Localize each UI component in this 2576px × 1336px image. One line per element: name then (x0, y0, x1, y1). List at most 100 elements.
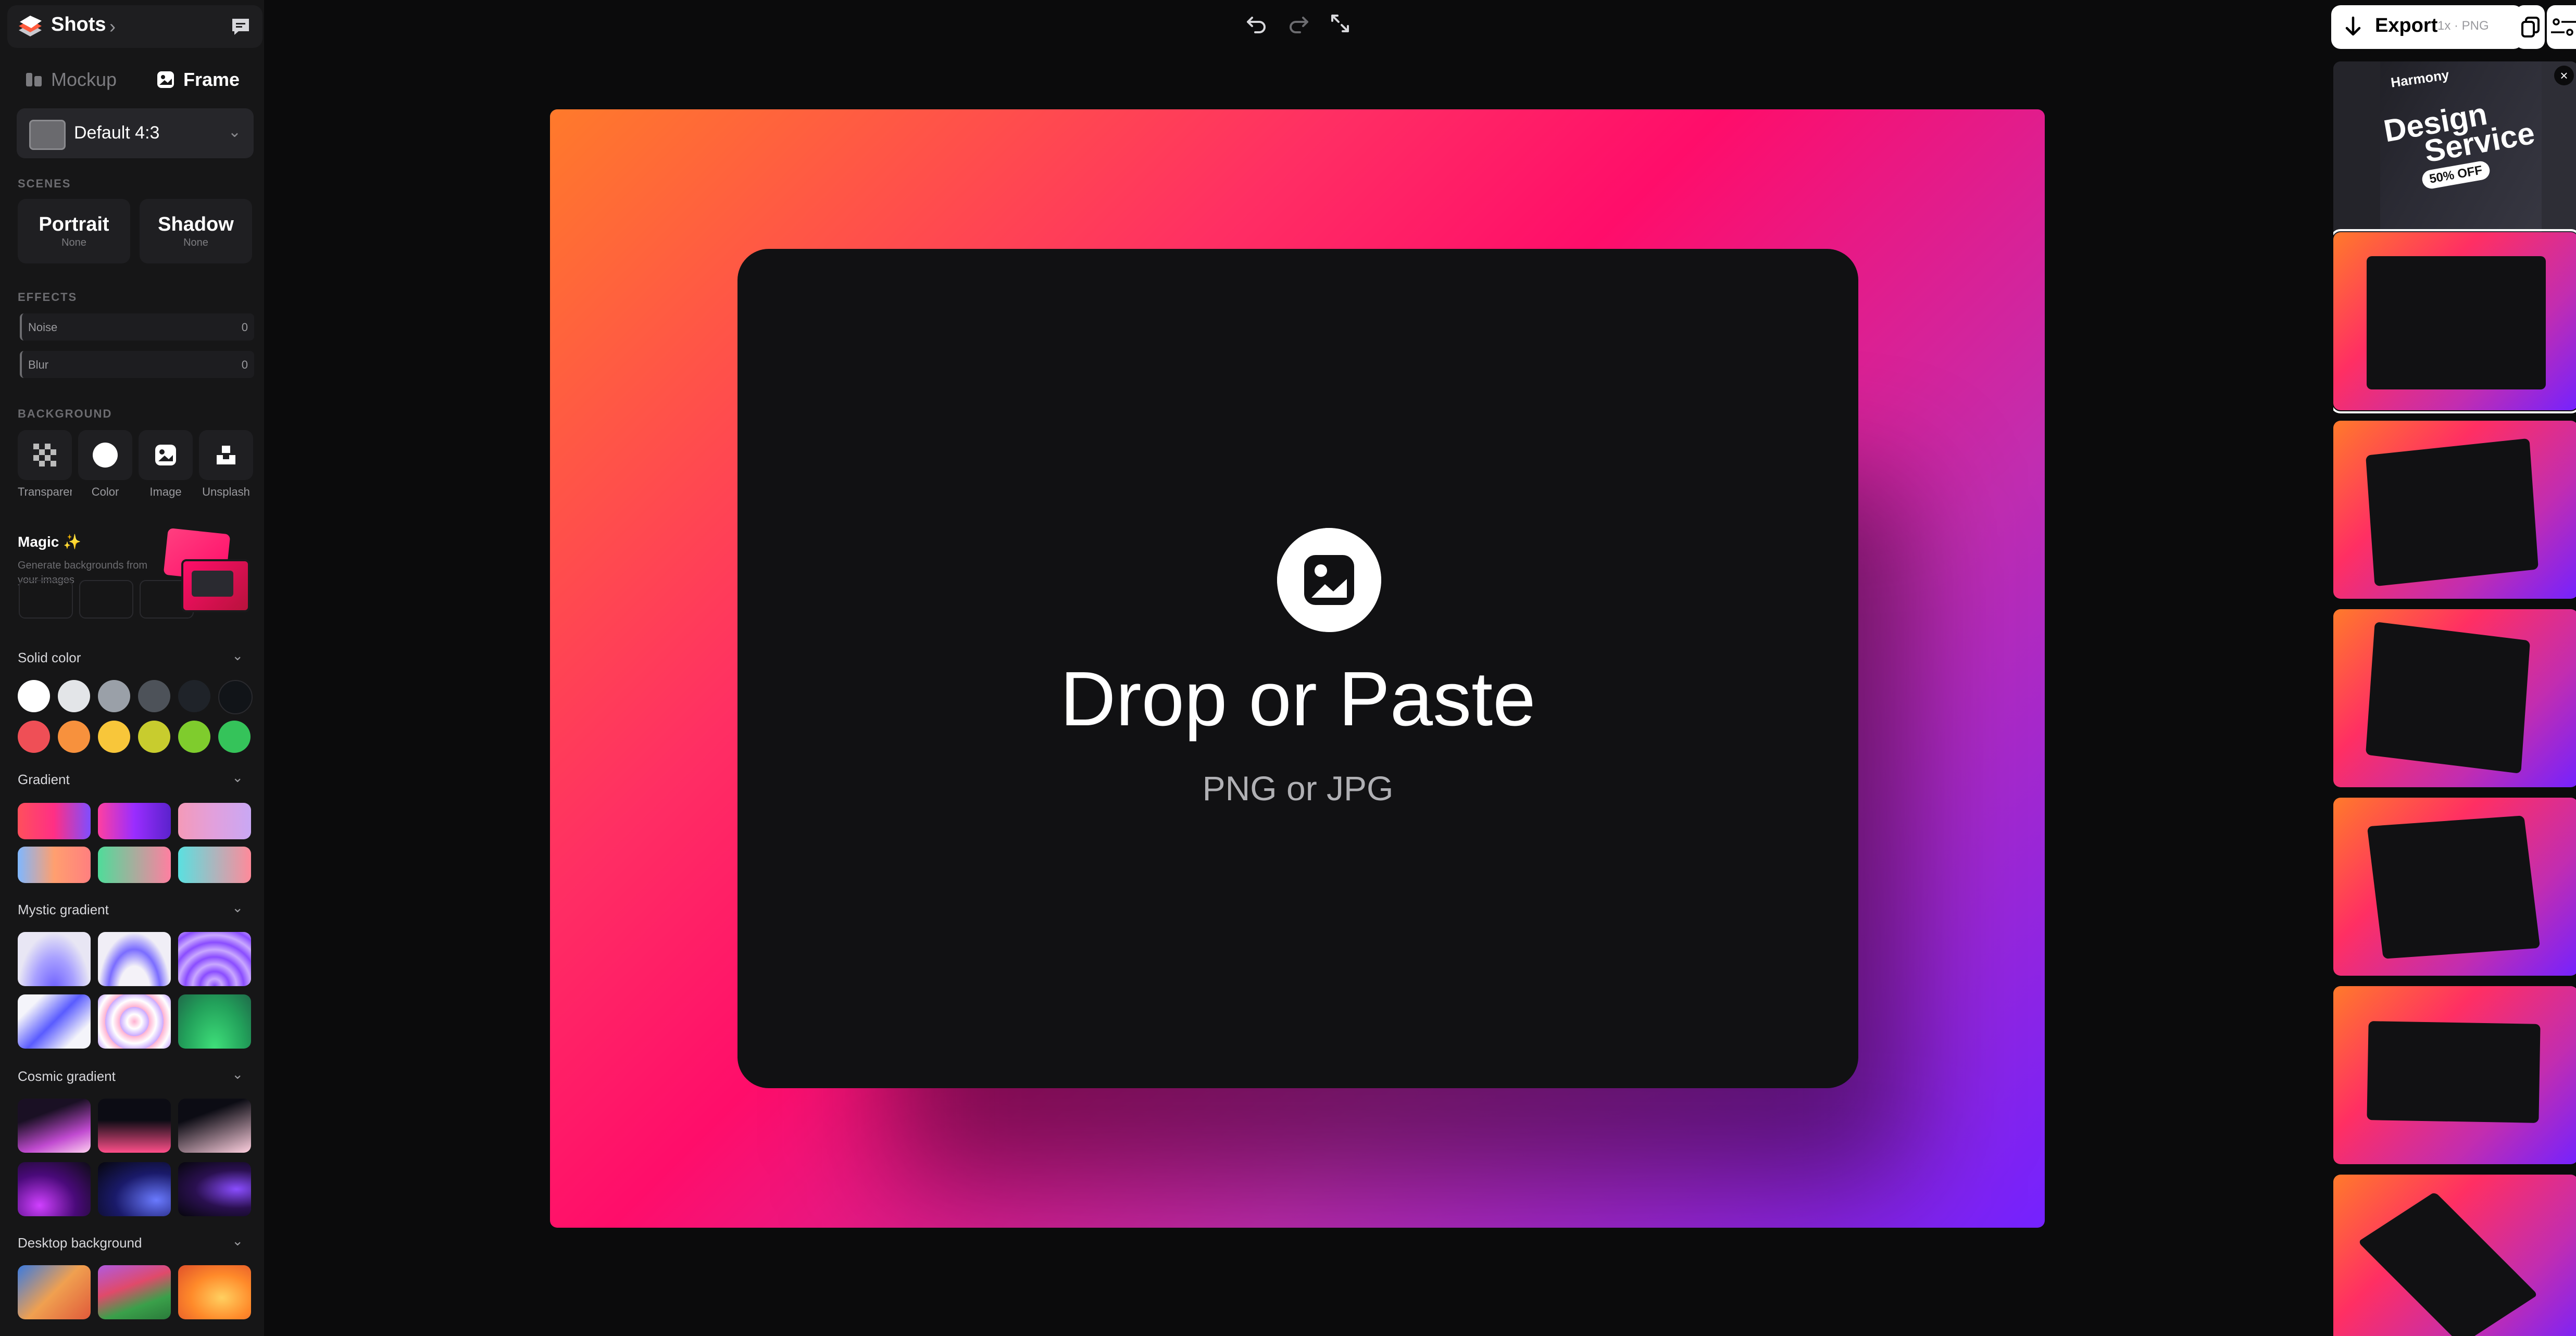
template-thumbnail[interactable] (2333, 798, 2576, 976)
template-thumbnail[interactable] (2333, 609, 2576, 787)
cosmic-swatch[interactable] (98, 1162, 171, 1216)
blur-slider[interactable]: Blur 0 (20, 351, 254, 378)
scene-shadow-value: None (183, 237, 208, 248)
image-icon (155, 445, 176, 465)
bg-transparent-label: Transparent (18, 485, 72, 498)
solid-color-heading[interactable]: Solid color (18, 650, 81, 666)
template-thumbnail[interactable] (2333, 986, 2576, 1164)
drop-title: Drop or Paste (1060, 656, 1536, 742)
bg-unsplash-option[interactable]: Unsplash (199, 430, 253, 499)
solid-color-swatch[interactable] (58, 680, 90, 712)
gradient-swatch[interactable] (178, 803, 251, 839)
cosmic-swatch[interactable] (98, 1099, 171, 1153)
app-header[interactable]: Shots › (7, 5, 262, 48)
settings-button[interactable] (2547, 5, 2576, 49)
scene-portrait-card[interactable]: Portrait None (18, 199, 130, 263)
template-thumbnail-selected[interactable] (2333, 229, 2576, 413)
solid-color-swatch[interactable] (178, 680, 210, 712)
solid-color-swatch[interactable] (98, 721, 130, 753)
bg-transparent-option[interactable]: Transparent (18, 430, 72, 499)
template-thumbnail[interactable] (2333, 421, 2576, 599)
preset-thumbnail (29, 120, 66, 150)
mystic-swatch[interactable] (98, 994, 171, 1049)
solid-color-swatch[interactable] (218, 680, 253, 714)
chevron-down-icon[interactable]: ⌄ (232, 1233, 243, 1249)
chevron-down-icon[interactable]: ⌄ (232, 1066, 243, 1082)
solid-color-swatch[interactable] (138, 721, 170, 753)
solid-color-swatch[interactable] (18, 721, 50, 753)
cosmic-swatch[interactable] (18, 1099, 91, 1153)
image-upload-icon (1277, 528, 1381, 632)
noise-label: Noise (28, 321, 58, 334)
desktop-swatch[interactable] (98, 1265, 171, 1319)
blur-value: 0 (241, 358, 248, 371)
template-thumbnail[interactable] (2333, 1175, 2576, 1336)
chevron-down-icon[interactable]: ⌄ (232, 900, 243, 916)
effects-heading: EFFECTS (18, 291, 78, 304)
frame-canvas[interactable]: Drop or Paste PNG or JPG (550, 109, 2045, 1228)
gradient-swatch[interactable] (98, 847, 171, 883)
mystic-swatch[interactable] (178, 932, 251, 986)
mockup-icon (26, 73, 42, 86)
chevron-down-icon[interactable]: ⌄ (232, 770, 243, 786)
magic-backgrounds-card[interactable]: Magic ✨ Generate backgrounds from your i… (17, 526, 252, 619)
undo-icon[interactable] (1244, 10, 1270, 36)
bg-color-label: Color (91, 485, 119, 498)
export-label: Export (2375, 15, 2438, 36)
bg-image-option[interactable]: Image (139, 430, 193, 499)
mystic-swatch[interactable] (178, 994, 251, 1049)
bg-image-label: Image (149, 485, 182, 498)
close-icon[interactable]: × (2554, 66, 2574, 85)
checkerboard-icon (33, 444, 56, 467)
solid-color-swatch[interactable] (178, 721, 210, 753)
drop-subtitle: PNG or JPG (1202, 769, 1394, 808)
desktop-swatch[interactable] (18, 1265, 91, 1319)
aspect-preset-select[interactable]: Default 4:3 ⌄ (17, 108, 254, 158)
cosmic-gradient-heading[interactable]: Cosmic gradient (18, 1068, 116, 1085)
fullscreen-icon[interactable] (1327, 10, 1353, 36)
desktop-swatch[interactable] (178, 1265, 251, 1319)
mystic-swatch[interactable] (98, 932, 171, 986)
chevron-down-icon[interactable]: ⌄ (232, 648, 243, 664)
cosmic-swatch[interactable] (178, 1162, 251, 1216)
chevron-down-icon: ⌄ (228, 123, 241, 141)
template-thumbnails: Harmony Design Service 50% OFF × (2333, 61, 2576, 1336)
gradient-swatch[interactable] (178, 847, 251, 883)
desktop-background-heading[interactable]: Desktop background (18, 1235, 142, 1251)
redo-icon[interactable] (1285, 10, 1311, 36)
gradient-swatch[interactable] (18, 803, 91, 839)
cosmic-swatch[interactable] (178, 1099, 251, 1153)
gradient-swatch[interactable] (98, 803, 171, 839)
gradient-heading[interactable]: Gradient (18, 772, 70, 788)
blur-label: Blur (28, 358, 49, 371)
copy-button[interactable] (2516, 5, 2545, 49)
solid-color-swatch[interactable] (218, 721, 251, 753)
bg-color-option[interactable]: Color (78, 430, 132, 499)
sliders-icon (2551, 18, 2576, 36)
mystic-gradient-heading[interactable]: Mystic gradient (18, 902, 109, 918)
scene-shadow-card[interactable]: Shadow None (140, 199, 252, 263)
scene-portrait-title: Portrait (39, 213, 109, 235)
solid-color-swatch[interactable] (138, 680, 170, 712)
cosmic-swatch[interactable] (18, 1162, 91, 1216)
solid-color-swatch[interactable] (58, 721, 90, 753)
sparkle-icon: ✨ (63, 534, 82, 550)
magic-placeholder (19, 580, 73, 619)
ad-thumbnail[interactable]: Harmony Design Service 50% OFF × (2333, 61, 2576, 240)
noise-slider[interactable]: Noise 0 (20, 313, 254, 341)
magic-preview-image (181, 559, 250, 612)
tab-frame-label: Frame (183, 69, 240, 90)
export-button[interactable]: Export 1x · PNG (2331, 5, 2523, 49)
copy-icon (2521, 17, 2540, 37)
feedback-icon[interactable] (230, 17, 251, 36)
frame-image-icon (157, 71, 174, 88)
mystic-swatch[interactable] (18, 994, 91, 1049)
drop-zone[interactable]: Drop or Paste PNG or JPG (737, 249, 1858, 1088)
solid-color-swatch[interactable] (98, 680, 130, 712)
solid-color-swatch[interactable] (18, 680, 50, 712)
tab-frame[interactable]: Frame (156, 56, 240, 103)
gradient-swatch[interactable] (18, 847, 91, 883)
mystic-swatch[interactable] (18, 932, 91, 986)
tab-mockup[interactable]: Mockup (25, 56, 117, 103)
unsplash-icon (217, 446, 235, 464)
